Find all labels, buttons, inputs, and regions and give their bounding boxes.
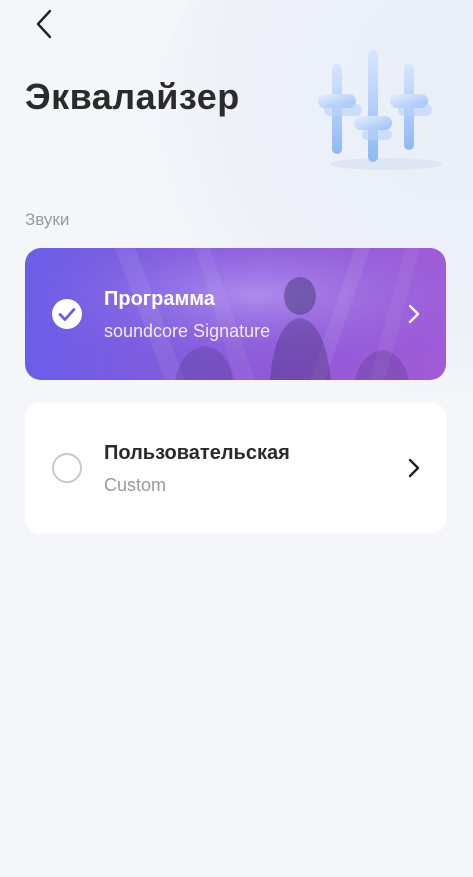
chevron-right-icon xyxy=(408,458,420,478)
preset-card-program[interactable]: Программа soundcore Signature xyxy=(25,248,446,380)
preset-title: Пользовательская xyxy=(104,442,290,464)
back-arrow-icon xyxy=(36,9,52,39)
concert-background-image xyxy=(25,248,446,380)
radio-empty-icon xyxy=(52,453,82,483)
equalizer-screen: Эквалайзер Звуки Программа soundcore Sig… xyxy=(0,0,473,877)
preset-title: Программа xyxy=(104,288,215,310)
preset-card-custom[interactable]: Пользовательская Custom xyxy=(25,402,446,534)
preset-subtitle: soundcore Signature xyxy=(104,321,271,341)
page-title: Эквалайзер xyxy=(25,76,240,117)
chevron-right-icon xyxy=(408,304,420,324)
check-circle-icon xyxy=(52,299,82,329)
section-label: Звуки xyxy=(25,210,70,229)
equalizer-sliders-icon xyxy=(318,50,442,170)
back-button[interactable] xyxy=(28,6,60,42)
preset-subtitle: Custom xyxy=(104,475,167,495)
